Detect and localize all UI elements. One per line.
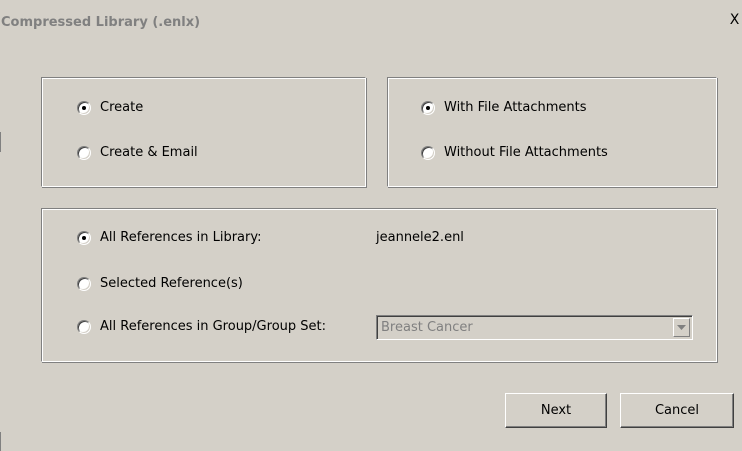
attachments-option-group [387,77,717,187]
divider [0,432,1,451]
next-button[interactable]: Next [505,393,607,428]
radio-checked-icon[interactable] [77,100,91,115]
radio-all-references-label: All References in Library: [100,230,262,245]
radio-selected-references-label: Selected Reference(s) [100,276,243,291]
create-option-group [41,77,366,187]
radio-unchecked-icon[interactable] [77,145,91,160]
radio-create[interactable]: Create [77,100,143,115]
group-set-dropdown[interactable]: Breast Cancer [376,315,693,340]
radio-with-attachments[interactable]: With File Attachments [421,100,587,115]
radio-all-references[interactable]: All References in Library: [77,230,262,245]
radio-without-attachments[interactable]: Without File Attachments [421,145,608,160]
radio-unchecked-icon[interactable] [77,319,91,334]
radio-create-email-label: Create & Email [100,145,198,160]
library-name: jeannele2.enl [376,230,464,245]
divider [0,132,1,152]
radio-unchecked-icon[interactable] [421,145,435,160]
group-set-dropdown-value: Breast Cancer [381,320,473,335]
radio-unchecked-icon[interactable] [77,276,91,291]
radio-checked-icon[interactable] [77,230,91,245]
chevron-down-icon[interactable] [673,318,690,337]
title-bar: Compressed Library (.enlx) [0,8,742,34]
close-icon[interactable]: X [727,11,742,29]
radio-group-references[interactable]: All References in Group/Group Set: [77,319,326,334]
radio-selected-references[interactable]: Selected Reference(s) [77,276,243,291]
radio-without-attachments-label: Without File Attachments [444,145,608,160]
radio-with-attachments-label: With File Attachments [444,100,587,115]
dialog-window: Compressed Library (.enlx) X Create Crea… [0,0,742,451]
radio-create-label: Create [100,100,144,115]
radio-checked-icon[interactable] [421,100,435,115]
cancel-button[interactable]: Cancel [620,393,734,428]
radio-create-email[interactable]: Create & Email [77,145,198,160]
window-title: Compressed Library (.enlx) [1,15,201,30]
radio-group-references-label: All References in Group/Group Set: [100,319,326,334]
